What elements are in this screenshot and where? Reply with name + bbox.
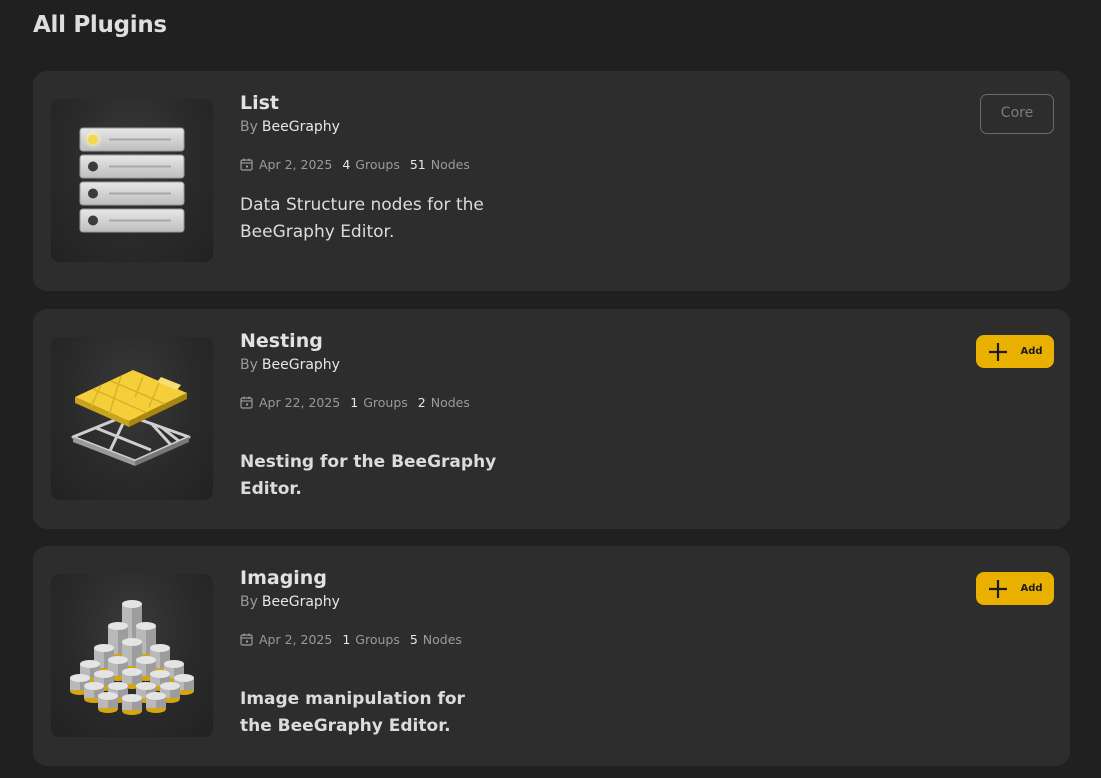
groups-count: 1 [342, 631, 351, 647]
plugin-description: Image manipulation for the BeeGraphy Edi… [240, 689, 465, 736]
author-link[interactable]: BeeGraphy [262, 594, 340, 610]
nodes-label: Nodes [430, 394, 470, 410]
page-title: All Plugins [33, 12, 167, 38]
plugin-date: Apr 2, 2025 [259, 156, 333, 172]
calendar-icon [240, 158, 253, 171]
author-link[interactable]: BeeGraphy [262, 119, 340, 135]
plugin-card-nesting[interactable]: Nesting By BeeGraphy Apr 22, 2025 1 Group… [33, 309, 1070, 529]
plugin-author: By BeeGraphy [240, 355, 780, 375]
calendar-icon [240, 396, 253, 409]
core-badge-button[interactable]: Core [980, 94, 1054, 134]
plugin-description: Data Structure nodes for the BeeGraphy E… [240, 195, 484, 242]
nodes-label: Nodes [430, 156, 470, 172]
groups-label: Groups [355, 156, 400, 172]
plus-icon [989, 579, 1008, 598]
nesting-sheets-icon [71, 370, 191, 466]
nodes-label: Nodes [422, 631, 462, 647]
plugin-name[interactable]: List [240, 90, 780, 116]
add-plugin-button[interactable]: Add [976, 572, 1054, 605]
plugin-date: Apr 2, 2025 [259, 631, 333, 647]
calendar-icon [240, 633, 253, 646]
plugin-name[interactable]: Nesting [240, 328, 780, 354]
plugin-thumbnail [51, 574, 213, 737]
plugin-thumbnail [51, 337, 213, 500]
by-label: By [240, 119, 258, 135]
groups-label: Groups [363, 394, 408, 410]
groups-label: Groups [355, 631, 400, 647]
add-button-label: Add [1020, 583, 1043, 594]
plugins-page: All Plugins List By BeeGraphy Apr 2, 202… [0, 0, 1101, 778]
by-label: By [240, 594, 258, 610]
nodes-count: 5 [409, 631, 418, 647]
plugin-meta: Apr 22, 2025 1 Groups 2 Nodes [240, 393, 780, 411]
plugin-description: Nesting for the BeeGraphy Editor. [240, 452, 497, 499]
plugin-card-list[interactable]: List By BeeGraphy Apr 2, 2025 4 Groups 51… [33, 71, 1070, 291]
plugin-name[interactable]: Imaging [240, 565, 780, 591]
plugin-card-imaging[interactable]: Imaging By BeeGraphy Apr 2, 2025 1 Groups… [33, 546, 1070, 766]
list-stack-icon [79, 127, 185, 233]
groups-count: 4 [342, 156, 351, 172]
author-link[interactable]: BeeGraphy [262, 357, 340, 373]
plugin-author: By BeeGraphy [240, 592, 780, 612]
plugin-meta: Apr 2, 2025 4 Groups 51 Nodes [240, 155, 780, 173]
nodes-count: 51 [409, 156, 426, 172]
add-plugin-button[interactable]: Add [976, 335, 1054, 368]
add-button-label: Add [1020, 346, 1043, 357]
groups-count: 1 [350, 394, 359, 410]
plugin-meta: Apr 2, 2025 1 Groups 5 Nodes [240, 630, 780, 648]
plugin-author: By BeeGraphy [240, 117, 780, 137]
nodes-count: 2 [417, 394, 426, 410]
plus-icon [989, 342, 1008, 361]
by-label: By [240, 357, 258, 373]
cylinder-grid-icon [70, 600, 194, 715]
plugin-thumbnail [51, 99, 213, 262]
plugin-date: Apr 22, 2025 [259, 394, 341, 410]
